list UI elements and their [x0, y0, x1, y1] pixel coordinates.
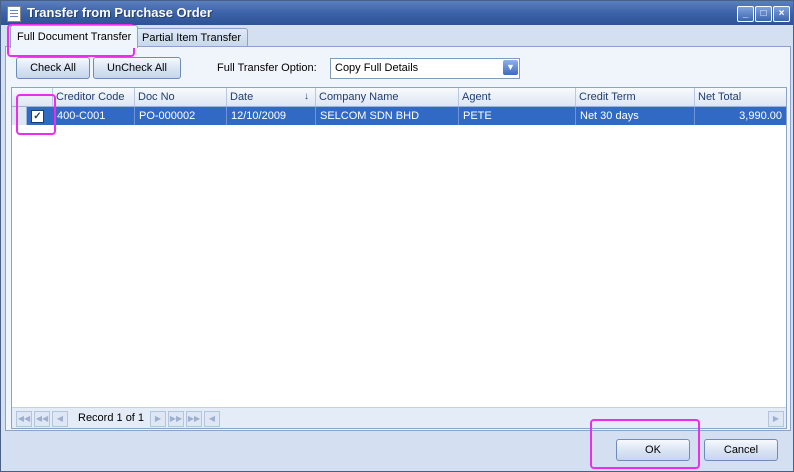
row-checkbox[interactable]: ✓	[31, 110, 44, 123]
cell-date: 12/10/2009	[227, 107, 316, 125]
cell-net-total: 3,990.00	[739, 110, 782, 122]
cell-creditor-code: 400-C001	[53, 107, 135, 125]
scroll-left-icon[interactable]: ◀	[204, 411, 220, 427]
tab-strip: Full Document Transfer Partial Item Tran…	[5, 25, 791, 48]
header-doc-no[interactable]: Doc No	[135, 88, 227, 106]
header-date[interactable]: Date ↓	[227, 88, 316, 106]
record-counter: Record 1 of 1	[78, 412, 145, 424]
tab-partial-item-transfer[interactable]: Partial Item Transfer	[135, 28, 249, 47]
cell-credit-term: Net 30 days	[576, 107, 695, 125]
transfer-option-value: Copy Full Details	[335, 62, 419, 74]
table-row[interactable]: ✓ 400-C001 PO-000002 12/10/2009 SELCOM S…	[12, 107, 786, 125]
last-page-icon[interactable]: ▶▶	[186, 411, 202, 427]
header-net-total[interactable]: Net Total	[695, 88, 786, 106]
cancel-button[interactable]: Cancel	[704, 439, 778, 461]
tab-panel: Check All UnCheck All Full Transfer Opti…	[5, 46, 791, 431]
grid-navigator: ◀◀ ◀◀ ◀ Record 1 of 1 ▶ ▶▶ ▶▶ ◀ ▶	[12, 407, 786, 428]
prev-record-icon[interactable]: ◀	[52, 411, 68, 427]
title-bar[interactable]: Transfer from Purchase Order _ □ ×	[1, 1, 793, 25]
window-title: Transfer from Purchase Order	[27, 5, 212, 20]
next-page-icon[interactable]: ▶▶	[168, 411, 184, 427]
header-company-name[interactable]: Company Name	[316, 88, 459, 106]
maximize-icon[interactable]: □	[755, 6, 772, 22]
transfer-option-label: Full Transfer Option:	[217, 62, 317, 74]
header-agent[interactable]: Agent	[459, 88, 576, 106]
transfer-dialog: Transfer from Purchase Order _ □ × Full …	[0, 0, 794, 472]
header-selector	[12, 88, 53, 106]
next-record-icon[interactable]: ▶	[150, 411, 166, 427]
cell-doc-no: PO-000002	[135, 107, 227, 125]
cell-company-name: SELCOM SDN BHD	[316, 107, 459, 125]
row-indicator	[12, 107, 27, 125]
first-page-icon[interactable]: ◀◀	[16, 411, 32, 427]
cell-agent: PETE	[459, 107, 576, 125]
header-credit-term[interactable]: Credit Term	[576, 88, 695, 106]
check-all-button[interactable]: Check All	[16, 57, 90, 79]
uncheck-all-button[interactable]: UnCheck All	[93, 57, 181, 79]
close-icon[interactable]: ×	[773, 6, 790, 22]
minimize-icon[interactable]: _	[737, 6, 754, 22]
document-grid: Creditor Code Doc No Date ↓ Company Name…	[11, 87, 787, 429]
header-creditor-code[interactable]: Creditor Code	[53, 88, 135, 106]
header-date-label: Date	[230, 91, 254, 103]
document-icon	[7, 6, 21, 22]
grid-header: Creditor Code Doc No Date ↓ Company Name…	[12, 88, 786, 107]
ok-button[interactable]: OK	[616, 439, 690, 461]
tab-full-document-transfer[interactable]: Full Document Transfer	[10, 25, 139, 48]
sort-descending-icon: ↓	[304, 91, 309, 102]
chevron-down-icon[interactable]: ▼	[503, 60, 518, 75]
prev-page-icon[interactable]: ◀◀	[34, 411, 50, 427]
transfer-option-select[interactable]: Copy Full Details ▼	[330, 58, 520, 79]
scroll-right-icon[interactable]: ▶	[768, 411, 784, 427]
